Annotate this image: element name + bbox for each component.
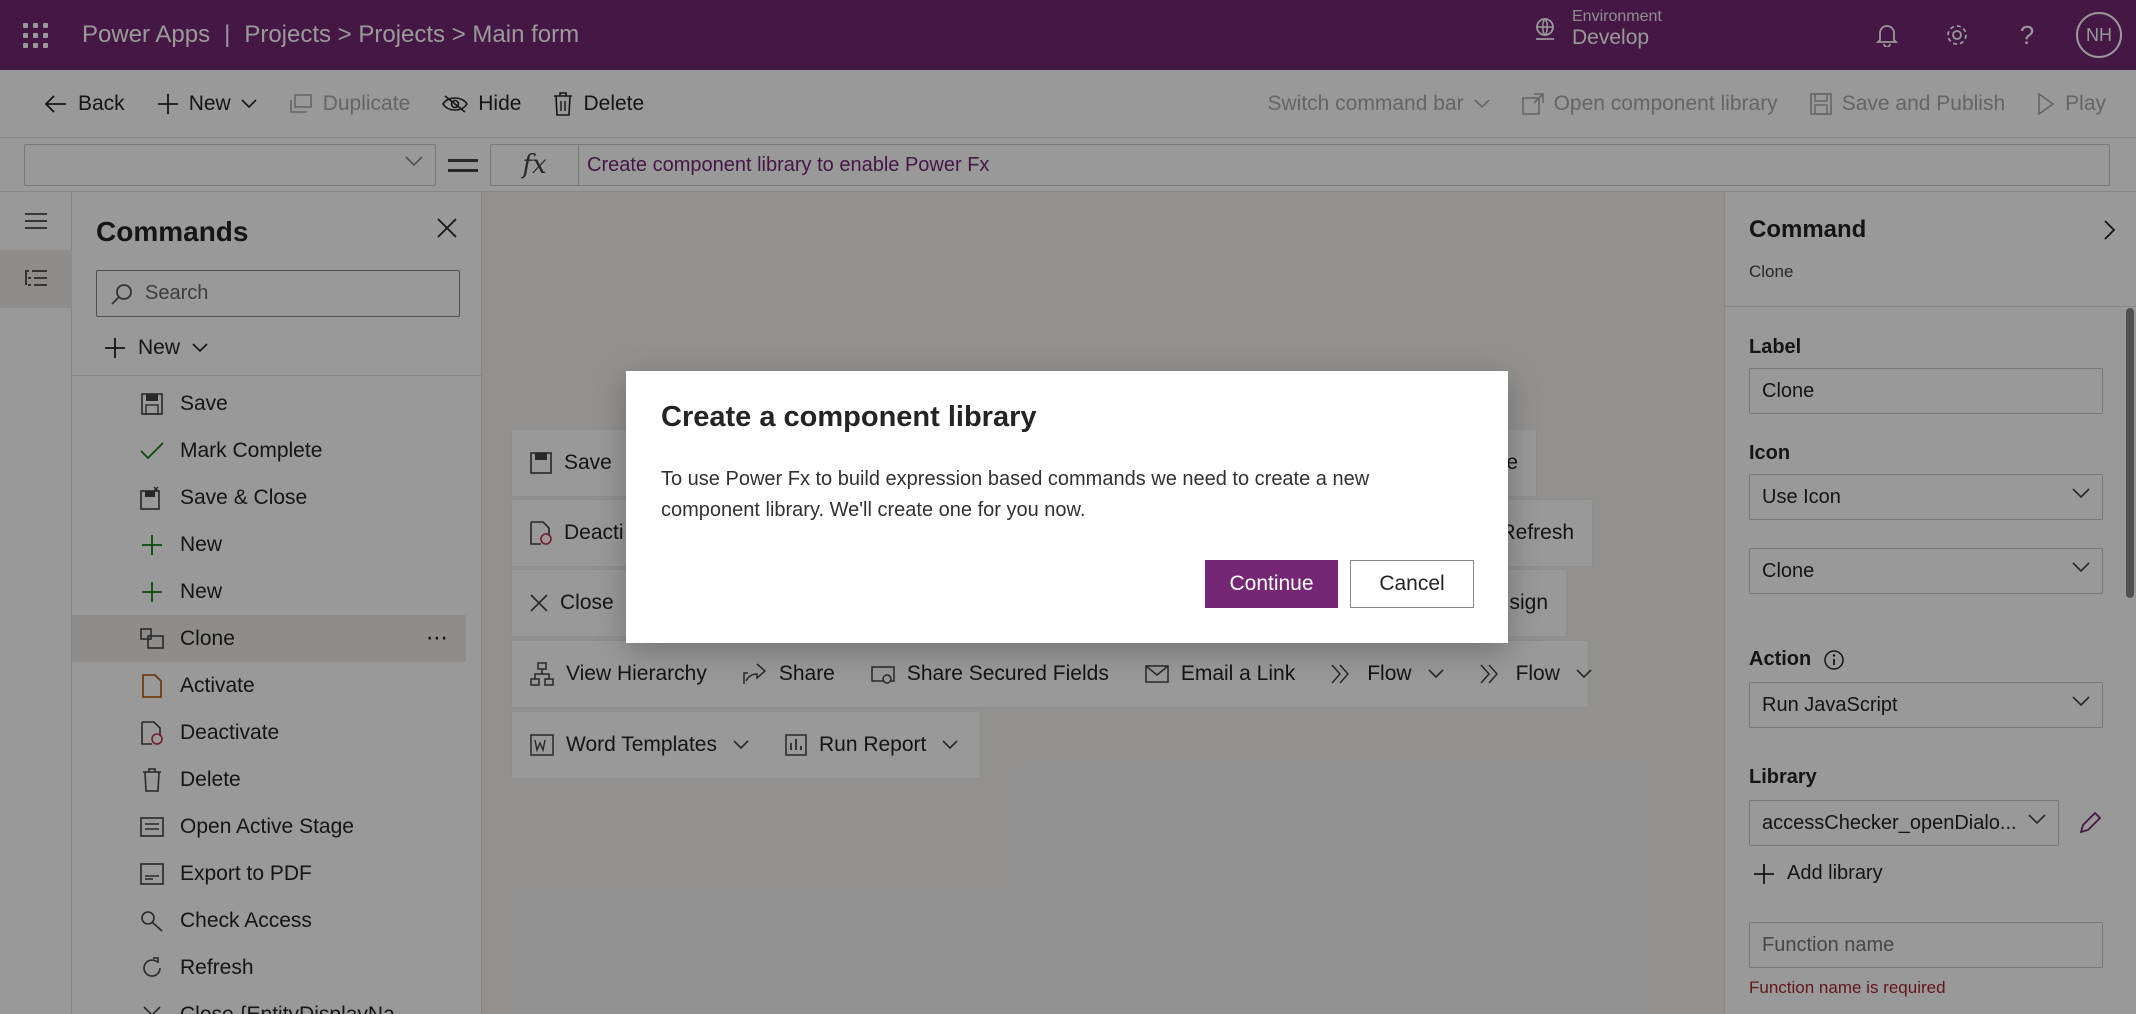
dialog-body: To use Power Fx to build expression base… <box>661 468 1370 521</box>
create-component-library-dialog: Create a component library To use Power … <box>626 371 1508 643</box>
dialog-title: Create a component library <box>661 401 1037 433</box>
cancel-button[interactable]: Cancel <box>1350 560 1474 608</box>
continue-button[interactable]: Continue <box>1205 560 1338 608</box>
